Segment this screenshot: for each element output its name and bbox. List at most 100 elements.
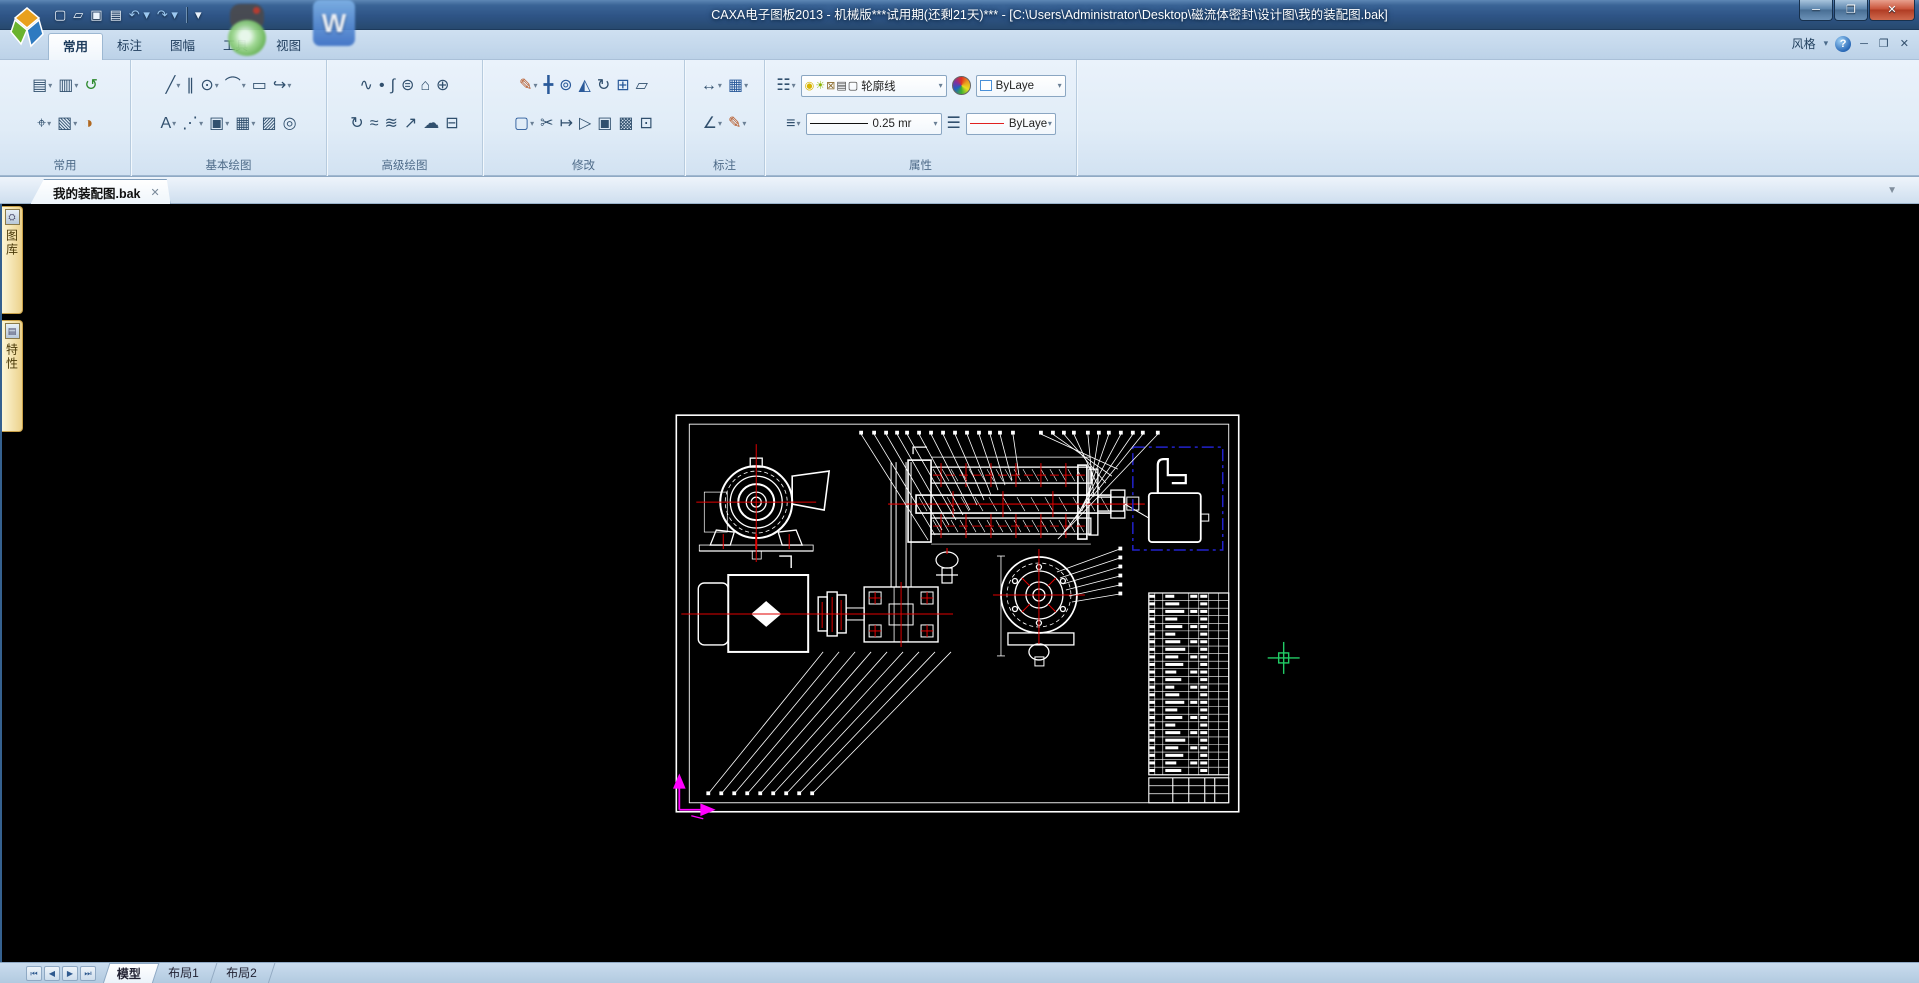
left-sidebar: ⛭ 图库 ▤ 特性 bbox=[2, 204, 24, 962]
ui-palette-icon[interactable]: ◑ bbox=[80, 111, 96, 137]
maximize-button[interactable]: ❐ bbox=[1834, 0, 1868, 21]
doc-minimize-icon[interactable]: ─ bbox=[1858, 38, 1870, 50]
text-icon[interactable]: A▾ bbox=[157, 111, 179, 137]
annotation-edit-icon[interactable]: ✎▾ bbox=[725, 111, 749, 137]
linetype-icon[interactable]: ☰ bbox=[944, 111, 964, 137]
sheet-tab-模型[interactable]: 模型 bbox=[103, 963, 160, 983]
color-wheel-icon[interactable] bbox=[952, 76, 971, 95]
ribbon: ▤▾▥▾↺⌖▾▧▾◑ 常用 ╱▾∥⊙▾⌒▾▭↪▾A▾⋰▾▣▾▦▾▨◎ 基本绘图 … bbox=[0, 60, 1919, 176]
polyline-icon[interactable]: ↪▾ bbox=[270, 73, 294, 99]
formula-curve-icon[interactable]: ∫ bbox=[388, 73, 398, 99]
move-icon[interactable]: ╋ bbox=[540, 73, 556, 99]
arrow-icon[interactable]: ↗ bbox=[401, 111, 420, 137]
point-icon[interactable]: ⋰▾ bbox=[179, 111, 206, 137]
pick-box-icon[interactable]: ▢▾ bbox=[511, 111, 537, 137]
wave-line-icon[interactable]: ≈ bbox=[367, 111, 382, 137]
sidebar-tab-properties-label: 特性 bbox=[4, 343, 21, 371]
save-file-icon[interactable]: ▣ bbox=[88, 5, 104, 25]
style-menu-arrow[interactable]: ▾ bbox=[1824, 38, 1829, 49]
sheet-tab-布局2[interactable]: 布局2 bbox=[212, 963, 275, 983]
rotate-icon[interactable]: ↻ bbox=[594, 73, 613, 99]
rectangle-icon[interactable]: ▭ bbox=[249, 73, 270, 99]
undo-icon[interactable]: ↶ ▾ bbox=[127, 5, 152, 25]
help-icon[interactable]: ? bbox=[1835, 36, 1851, 52]
print-icon[interactable]: ▤ bbox=[108, 5, 124, 25]
hatch-icon[interactable]: ▨ bbox=[258, 111, 279, 137]
layer-tool-icon[interactable]: ☷▾ bbox=[773, 73, 798, 99]
offset-copy-icon[interactable]: ⊚ bbox=[556, 73, 575, 99]
hole-axis-icon[interactable]: ⊟ bbox=[442, 111, 461, 137]
sheet-tab-布局1[interactable]: 布局1 bbox=[155, 963, 218, 983]
line-icon[interactable]: ╱▾ bbox=[163, 73, 184, 99]
ribbon-tab-图幅[interactable]: 图幅 bbox=[156, 33, 209, 60]
sheet-nav-3[interactable]: ⏭ bbox=[80, 966, 96, 981]
cloud-line-icon[interactable]: ☁ bbox=[420, 111, 442, 137]
color-select[interactable]: ByLaye ▾ bbox=[976, 75, 1066, 97]
sidebar-tab-library[interactable]: ⛭ 图库 bbox=[2, 206, 23, 314]
trim-icon[interactable]: ✂ bbox=[537, 111, 556, 137]
layer-value: 轮廓线 bbox=[861, 78, 896, 94]
linewidth-select[interactable]: 0.25 mr ▾ bbox=[806, 113, 942, 135]
layer-lock-icon: ⊠ bbox=[826, 76, 835, 96]
minimize-button[interactable]: ─ bbox=[1799, 0, 1833, 21]
ribbon-tab-视图[interactable]: 视图 bbox=[262, 33, 315, 60]
document-tab-label: 我的装配图.bak bbox=[53, 183, 141, 202]
open-file-icon[interactable]: ▱ bbox=[71, 5, 85, 25]
linetype-select[interactable]: ByLaye ▾ bbox=[966, 113, 1056, 135]
corner-icon[interactable]: ⊡ bbox=[637, 111, 656, 137]
dimension-icon[interactable]: ↔▾ bbox=[698, 73, 725, 99]
block-edit-icon[interactable]: ▩ bbox=[615, 111, 636, 137]
sheet-nav-2[interactable]: ▶ bbox=[62, 966, 78, 981]
sheet-nav-0[interactable]: ⏮ bbox=[26, 966, 42, 981]
stretch-icon[interactable]: ▷ bbox=[576, 111, 594, 137]
zoom-icon[interactable]: ⌖▾ bbox=[34, 111, 54, 137]
paste-icon[interactable]: ▤▾ bbox=[29, 73, 55, 99]
format-brush-icon[interactable]: ▧▾ bbox=[54, 111, 80, 137]
layer-select[interactable]: ◉☀⊠▤▢ 轮廓线 ▾ bbox=[801, 75, 947, 97]
linetype-value: ByLaye bbox=[1009, 118, 1047, 130]
shift-icon[interactable]: ▣ bbox=[594, 111, 615, 137]
ribbon-tab-标注[interactable]: 标注 bbox=[103, 33, 156, 60]
copy-icon[interactable]: ▥▾ bbox=[55, 73, 81, 99]
smart-dimension-icon[interactable]: ▦▾ bbox=[725, 73, 751, 99]
doc-close-icon[interactable]: ✕ bbox=[1898, 37, 1911, 50]
ribbon-group-basic-draw: ╱▾∥⊙▾⌒▾▭↪▾A▾⋰▾▣▾▦▾▨◎ 基本绘图 bbox=[131, 60, 327, 176]
array-icon[interactable]: ⊞ bbox=[613, 73, 632, 99]
linewidth-icon[interactable]: ≡▾ bbox=[783, 111, 803, 137]
break-line-icon[interactable]: ≋ bbox=[381, 111, 400, 137]
crosshair-cursor bbox=[1268, 642, 1300, 674]
circle-icon[interactable]: ⊙▾ bbox=[197, 73, 221, 99]
arc-icon[interactable]: ⌒▾ bbox=[222, 73, 249, 99]
ribbon-tab-常用[interactable]: 常用 bbox=[48, 33, 103, 60]
ribbon-group-modify: ✎▾╋⊚◭↻⊞▱▢▾✂↦▷▣▩⊡ 修改 bbox=[483, 60, 685, 176]
spline-icon[interactable]: ∿ bbox=[357, 73, 376, 99]
image-icon[interactable]: ▦▾ bbox=[232, 111, 258, 137]
coordinate-dim-icon[interactable]: ∠▾ bbox=[700, 111, 725, 137]
erase-icon[interactable]: ✎▾ bbox=[516, 73, 540, 99]
polygon-icon[interactable]: ⌂ bbox=[417, 73, 433, 99]
sidebar-tab-properties[interactable]: ▤ 特性 bbox=[2, 320, 23, 432]
mirror-icon[interactable]: ◭ bbox=[576, 73, 594, 99]
sheet-nav-1[interactable]: ◀ bbox=[44, 966, 60, 981]
tab-overflow-arrow-icon[interactable]: ▼ bbox=[1887, 185, 1897, 196]
doc-restore-icon[interactable]: ❐ bbox=[1877, 37, 1891, 50]
customize-qat-icon[interactable]: ▾ bbox=[193, 5, 204, 25]
bolt-circle-icon[interactable]: ⊕ bbox=[433, 73, 452, 99]
extend-icon[interactable]: ↦ bbox=[557, 111, 576, 137]
document-tab[interactable]: 我的装配图.bak ✕ bbox=[30, 179, 171, 205]
ole-refresh-icon[interactable]: ↺ bbox=[81, 73, 100, 99]
parallel-line-icon[interactable]: ∥ bbox=[183, 73, 197, 99]
block-icon[interactable]: ▣▾ bbox=[206, 111, 232, 137]
scale-icon[interactable]: ▱ bbox=[633, 73, 651, 99]
drawing-canvas[interactable] bbox=[24, 204, 1919, 962]
document-tab-close-icon[interactable]: ✕ bbox=[151, 186, 160, 199]
ellipse-icon[interactable]: ⊜ bbox=[398, 73, 417, 99]
point-dot-icon[interactable]: • bbox=[376, 73, 388, 99]
style-menu[interactable]: 风格 bbox=[1792, 35, 1816, 52]
new-file-icon[interactable]: ▢ bbox=[52, 5, 68, 25]
section-icon[interactable]: ◎ bbox=[280, 111, 300, 137]
revolve-icon[interactable]: ↻ bbox=[347, 111, 366, 137]
close-button[interactable]: ✕ bbox=[1869, 0, 1915, 21]
redo-icon[interactable]: ↷ ▾ bbox=[155, 5, 180, 25]
qat-separator bbox=[186, 7, 187, 23]
